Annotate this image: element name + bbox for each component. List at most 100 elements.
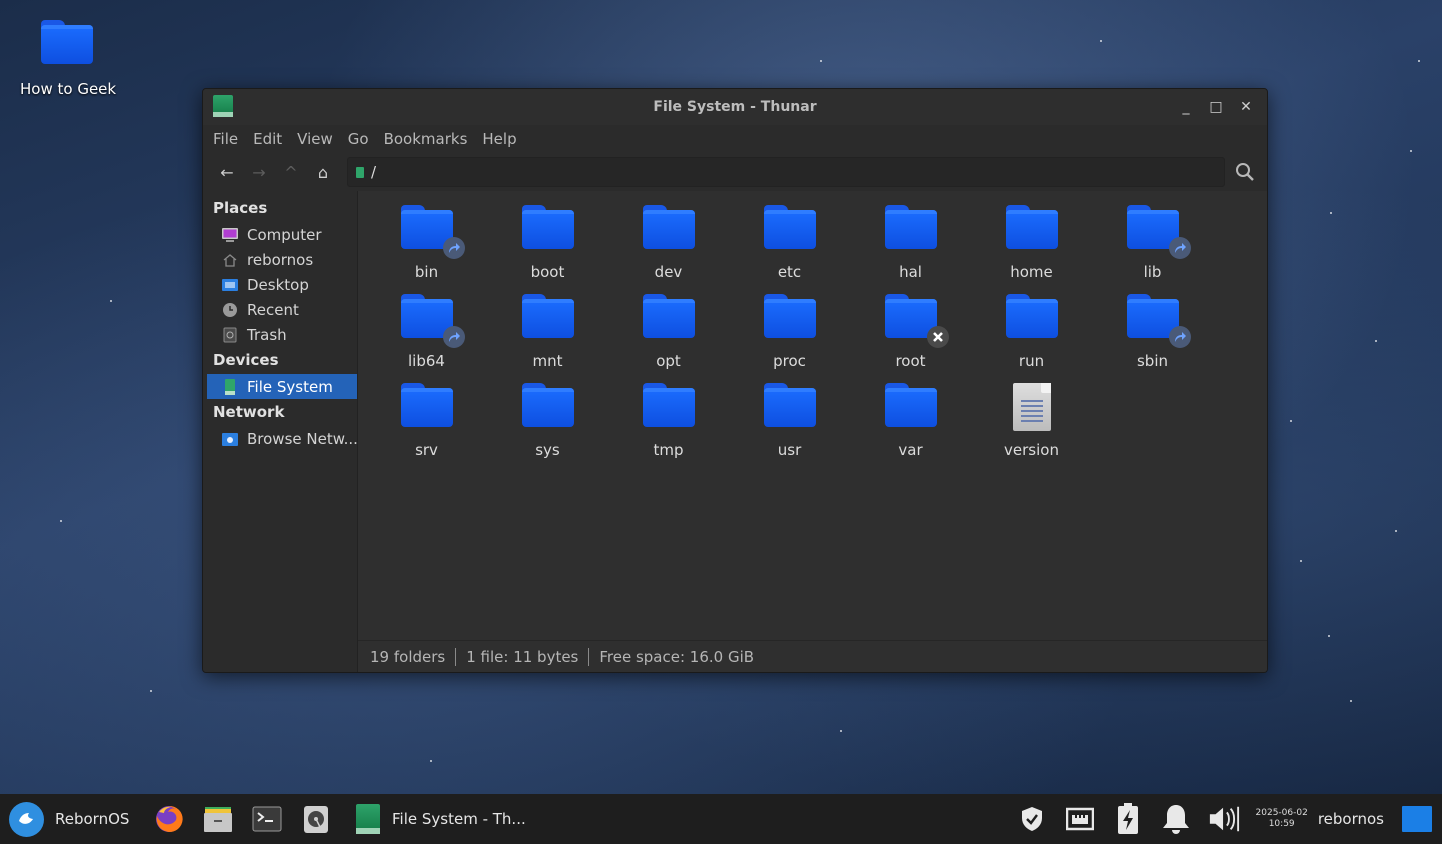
shield-icon[interactable] (1016, 803, 1048, 835)
minimize-button[interactable]: _ (1175, 97, 1197, 117)
file-item-sbin[interactable]: sbin (1092, 288, 1213, 377)
clock[interactable]: 2025-06-02 10:59 (1256, 808, 1308, 830)
sidebar-item-trash[interactable]: Trash (203, 322, 357, 347)
file-view[interactable]: bin boot dev etc hal home lib lib64 mnt opt proc ro… (358, 191, 1267, 672)
file-item-label: tmp (653, 441, 684, 459)
file-item-label: opt (656, 352, 681, 370)
file-item-dev[interactable]: dev (608, 199, 729, 288)
bell-icon[interactable] (1160, 803, 1192, 835)
computer-icon (221, 227, 239, 243)
taskbar-item-file-system[interactable]: File System - Th... (356, 804, 526, 834)
battery-icon[interactable] (1112, 803, 1144, 835)
status-separator (588, 647, 590, 666)
task-label: File System - Th... (392, 810, 526, 828)
file-item-label: var (898, 441, 923, 459)
sidebar-item-rebornos[interactable]: rebornos (203, 247, 357, 272)
menu-help[interactable]: Help (482, 130, 516, 148)
file-item-etc[interactable]: etc (729, 199, 850, 288)
network-icon[interactable] (1064, 803, 1096, 835)
file-item-boot[interactable]: boot (487, 199, 608, 288)
no-access-icon (926, 326, 949, 348)
file-item-label: bin (414, 263, 439, 281)
folder-icon (884, 205, 937, 249)
clock-date: 2025-06-02 (1255, 808, 1308, 818)
symlink-arrow-icon (442, 237, 465, 259)
folder-icon (521, 294, 574, 338)
volume-icon[interactable] (1208, 803, 1240, 835)
search-button[interactable] (1231, 158, 1259, 186)
status-separator (455, 647, 457, 666)
menu-go[interactable]: Go (348, 130, 369, 148)
sidebar-item-label: Desktop (247, 275, 309, 294)
file-item-lib[interactable]: lib (1092, 199, 1213, 288)
file-item-version[interactable]: version (971, 377, 1092, 466)
file-item-run[interactable]: run (971, 288, 1092, 377)
start-label: RebornOS (55, 810, 130, 828)
file-item-hal[interactable]: hal (850, 199, 971, 288)
thunar-app-icon (213, 95, 233, 117)
file-item-home[interactable]: home (971, 199, 1092, 288)
trash-icon (221, 327, 239, 343)
start-menu-button[interactable]: RebornOS (0, 801, 145, 837)
file-item-mnt[interactable]: mnt (487, 288, 608, 377)
menu-view[interactable]: View (297, 130, 333, 148)
folder-icon (642, 383, 695, 427)
location-bar[interactable]: / (347, 157, 1225, 187)
file-item-usr[interactable]: usr (729, 377, 850, 466)
file-manager-icon[interactable] (202, 803, 234, 835)
search-icon (1236, 163, 1254, 181)
file-grid: bin boot dev etc hal home lib lib64 mnt opt proc ro… (366, 199, 1213, 466)
file-item-opt[interactable]: opt (608, 288, 729, 377)
file-item-var[interactable]: var (850, 377, 971, 466)
forward-button[interactable]: → (243, 158, 275, 186)
home-icon (221, 252, 239, 268)
file-item-root[interactable]: root (850, 288, 971, 377)
firefox-icon[interactable] (153, 803, 185, 835)
desktop-icon-how-to-geek[interactable]: How to Geek (20, 20, 116, 98)
home-button[interactable]: ⌂ (307, 158, 339, 186)
folder-icon (642, 294, 695, 338)
file-item-label: mnt (532, 352, 563, 370)
file-item-srv[interactable]: srv (366, 377, 487, 466)
sidebar-item-label: File System (247, 377, 333, 396)
file-item-label: version (1004, 441, 1059, 459)
network-icon (221, 431, 239, 447)
sidebar-header-places: Places (213, 199, 268, 217)
file-item-label: dev (654, 263, 683, 281)
taskbar: RebornOS File System - Th... 2025-06-02 … (0, 794, 1442, 844)
close-button[interactable]: ✕ (1235, 97, 1257, 117)
sidebar-item-desktop[interactable]: Desktop (203, 272, 357, 297)
user-name[interactable]: rebornos (1318, 810, 1384, 828)
menu-file[interactable]: File (213, 130, 238, 148)
sidebar-item-file-system[interactable]: File System (207, 374, 357, 399)
file-item-sys[interactable]: sys (487, 377, 608, 466)
menu-edit[interactable]: Edit (253, 130, 282, 148)
file-item-tmp[interactable]: tmp (608, 377, 729, 466)
sidebar-item-browse-network[interactable]: Browse Netw... (203, 426, 357, 451)
maximize-button[interactable]: □ (1205, 97, 1227, 117)
sidebar-item-recent[interactable]: Recent (203, 297, 357, 322)
symlink-arrow-icon (1168, 326, 1191, 348)
folder-icon (1005, 294, 1058, 338)
folder-icon (763, 383, 816, 427)
symlink-arrow-icon (442, 326, 465, 348)
file-item-lib64[interactable]: lib64 (366, 288, 487, 377)
up-button[interactable]: ^ (275, 158, 307, 186)
desktop-icon (221, 277, 239, 293)
folder-icon (763, 205, 816, 249)
disk-icon[interactable] (300, 803, 332, 835)
file-item-label: run (1018, 352, 1045, 370)
thunar-task-icon (356, 804, 380, 834)
file-item-proc[interactable]: proc (729, 288, 850, 377)
file-item-bin[interactable]: bin (366, 199, 487, 288)
folder-icon (400, 383, 453, 427)
folder-icon (642, 205, 695, 249)
file-item-label: proc (773, 352, 806, 370)
menu-bookmarks[interactable]: Bookmarks (384, 130, 468, 148)
sidebar-item-computer[interactable]: Computer (203, 222, 357, 247)
show-desktop-button[interactable] (1402, 806, 1432, 832)
terminal-icon[interactable] (251, 803, 283, 835)
file-item-label: hal (899, 263, 922, 281)
back-button[interactable]: ← (211, 158, 243, 186)
title-bar[interactable]: File System - Thunar _ □ ✕ (203, 89, 1267, 125)
